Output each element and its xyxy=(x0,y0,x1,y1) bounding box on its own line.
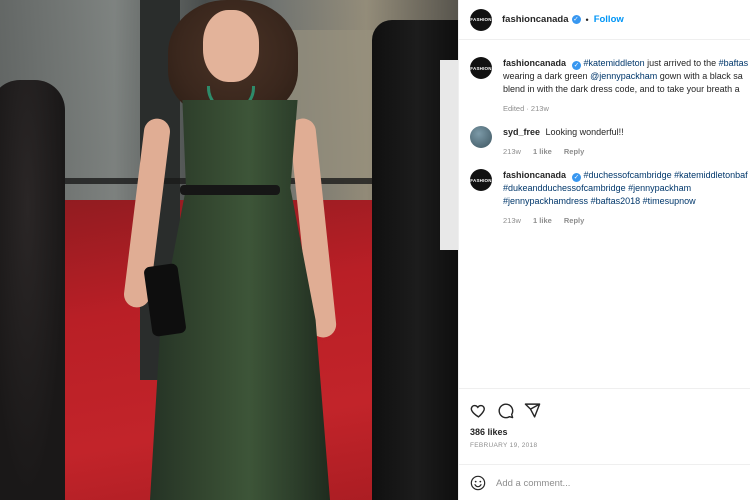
likes-count[interactable]: 386 likes xyxy=(459,419,750,437)
comment-text: syd_free Looking wonderful!! xyxy=(503,126,740,139)
reply-button[interactable]: Reply xyxy=(564,216,584,225)
subject-face xyxy=(203,10,259,82)
person-right-shirt xyxy=(440,60,458,250)
caption-text: just arrived to the xyxy=(644,58,719,68)
caption-line-1: fashioncanada ✓ #katemiddleton just arriv… xyxy=(503,57,748,70)
header-separator: • xyxy=(585,14,589,25)
hashtag-link[interactable]: #katemiddleton xyxy=(584,58,645,68)
comment-timestamp: 213w xyxy=(503,147,521,156)
hashtag-link[interactable]: #dukeandduchessofcambridge xyxy=(503,183,626,193)
comment-body: syd_free Looking wonderful!! 213w 1 like… xyxy=(503,126,740,156)
comment-username[interactable]: syd_free xyxy=(503,127,540,137)
emoji-icon[interactable] xyxy=(470,475,486,491)
heart-icon[interactable] xyxy=(470,402,487,419)
caption-avatar[interactable]: FASHION xyxy=(470,57,492,79)
comment-content: Looking wonderful!! xyxy=(545,127,624,137)
caption-line-2: wearing a dark green @jennypackham gown … xyxy=(503,70,748,83)
action-icons xyxy=(459,389,750,419)
share-icon[interactable] xyxy=(524,402,541,419)
hashtag-link[interactable]: #jennypackhamdress xyxy=(503,196,588,206)
verified-icon: ✓ xyxy=(572,173,582,182)
comment-item: syd_free Looking wonderful!! 213w 1 like… xyxy=(470,126,740,156)
caption: FASHION fashioncanada ✓ #katemiddleton ju… xyxy=(470,57,748,113)
hashtag-link[interactable]: #jennypackham xyxy=(628,183,691,193)
caption-username[interactable]: fashioncanada xyxy=(503,58,566,68)
comment-line-1: fashioncanada ✓ #duchessofcambridge #kate… xyxy=(503,169,748,182)
hashtag-link[interactable]: #baftas xyxy=(719,58,749,68)
comment-username[interactable]: fashioncanada xyxy=(503,170,566,180)
comment-timestamp: 213w xyxy=(503,216,521,225)
account-username[interactable]: fashioncanada xyxy=(502,14,569,25)
account-avatar[interactable]: FASHION xyxy=(470,8,492,31)
post-header: FASHION fashioncanada ✓ • Follow xyxy=(459,0,750,40)
comment-body: fashioncanada ✓ #duchessofcambridge #kate… xyxy=(503,169,748,225)
verified-icon: ✓ xyxy=(572,61,582,70)
subject-belt xyxy=(180,185,280,195)
comment-line-3: #jennypackhamdress #baftas2018 #timesupn… xyxy=(503,195,748,208)
comment-item: FASHION fashioncanada ✓ #duchessofcambrid… xyxy=(470,169,748,225)
comments-list: FASHION fashioncanada ✓ #katemiddleton ju… xyxy=(459,40,750,385)
mention-link[interactable]: @jennypackham xyxy=(590,71,657,81)
caption-meta: Edited · 213w xyxy=(503,104,748,113)
hashtag-link[interactable]: #timesupnow xyxy=(643,196,696,206)
caption-line-3: blend in with the dark dress code, and t… xyxy=(503,84,740,94)
post-sidebar: FASHION fashioncanada ✓ • Follow FASHION… xyxy=(458,0,750,500)
caption-body: fashioncanada ✓ #katemiddleton just arriv… xyxy=(503,57,748,113)
caption-timestamp: Edited · 213w xyxy=(503,104,549,113)
post-date: FEBRUARY 19, 2018 xyxy=(470,442,538,449)
comment-line-2: #dukeandduchessofcambridge #jennypackham xyxy=(503,182,748,195)
hashtag-link[interactable]: #duchessofcambridge xyxy=(584,170,672,180)
hashtag-link[interactable]: #katemiddletonbaf xyxy=(674,170,748,180)
caption-text: gown with a black sa xyxy=(657,71,743,81)
reply-button[interactable]: Reply xyxy=(564,147,584,156)
comment-input[interactable] xyxy=(496,477,716,489)
comment-likes[interactable]: 1 like xyxy=(533,216,552,225)
verified-icon: ✓ xyxy=(571,15,581,24)
post-photo[interactable] xyxy=(0,0,458,500)
follow-button[interactable]: Follow xyxy=(594,14,624,25)
hashtag-link[interactable]: #baftas2018 xyxy=(591,196,641,206)
post-actions: 386 likes FEBRUARY 19, 2018 xyxy=(459,388,750,500)
comment-meta: 213w 1 like Reply xyxy=(503,216,748,225)
caption-text: wearing a dark green xyxy=(503,71,591,81)
commenter-avatar[interactable]: FASHION xyxy=(470,169,492,191)
person-left xyxy=(0,80,65,500)
comment-likes[interactable]: 1 like xyxy=(533,147,552,156)
add-comment-bar xyxy=(459,464,750,500)
commenter-avatar[interactable] xyxy=(470,126,492,148)
comment-icon[interactable] xyxy=(497,402,514,419)
comment-meta: 213w 1 like Reply xyxy=(503,147,740,156)
